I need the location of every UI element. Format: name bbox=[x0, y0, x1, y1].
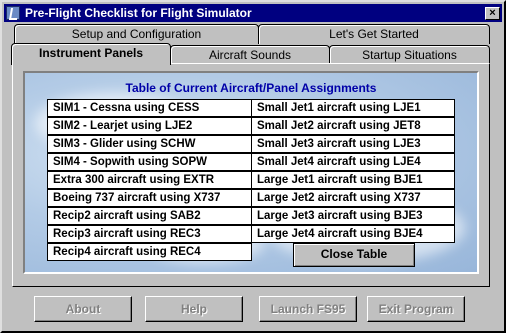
bottom-button-bar: About Help Launch FS95 Exit Program bbox=[0, 296, 506, 324]
assignment-cell: SIM3 - Glider using SCHW bbox=[47, 135, 252, 153]
tab-setup-and-configuration[interactable]: Setup and Configuration bbox=[14, 24, 259, 44]
airplane-icon bbox=[6, 6, 20, 20]
assignment-cell: Large Jet1 aircraft using BJE1 bbox=[251, 171, 455, 189]
assignment-cell: Large Jet4 aircraft using BJE4 bbox=[251, 225, 455, 243]
assignment-cell: Small Jet4 aircraft using LJE4 bbox=[251, 153, 455, 171]
tab-startup-situations[interactable]: Startup Situations bbox=[329, 45, 490, 65]
title-bar[interactable]: Pre-Flight Checklist for Flight Simulato… bbox=[4, 4, 502, 22]
table-title: Table of Current Aircraft/Panel Assignme… bbox=[125, 81, 377, 95]
assignment-cell: Recip4 aircraft using REC4 bbox=[47, 243, 252, 261]
assignments-frame: Table of Current Aircraft/Panel Assignme… bbox=[23, 71, 479, 274]
window-title: Pre-Flight Checklist for Flight Simulato… bbox=[25, 6, 252, 20]
close-table-button[interactable]: Close Table bbox=[293, 243, 415, 267]
exit-program-button[interactable]: Exit Program bbox=[367, 296, 465, 322]
assignment-cell: SIM1 - Cessna using CESS bbox=[47, 99, 252, 117]
assignment-cell: Large Jet3 aircraft using BJE3 bbox=[251, 207, 455, 225]
assignment-cell: Recip3 aircraft using REC3 bbox=[47, 225, 252, 243]
launch-fs95-button[interactable]: Launch FS95 bbox=[259, 296, 357, 322]
close-button[interactable]: × bbox=[485, 6, 500, 20]
tab-lets-get-started[interactable]: Let's Get Started bbox=[258, 24, 490, 44]
assignment-cell: Large Jet2 aircraft using X737 bbox=[251, 189, 455, 207]
assignment-cell: Extra 300 aircraft using EXTR bbox=[47, 171, 252, 189]
assignment-cell: SIM4 - Sopwith using SOPW bbox=[47, 153, 252, 171]
tab-instrument-panels[interactable]: Instrument Panels bbox=[11, 43, 171, 65]
assignment-cell: Small Jet1 aircraft using LJE1 bbox=[251, 99, 455, 117]
assignment-cell: Boeing 737 aircraft using X737 bbox=[47, 189, 252, 207]
assignment-cell: Recip2 aircraft using SAB2 bbox=[47, 207, 252, 225]
assignment-cell: Small Jet2 aircraft using JET8 bbox=[251, 117, 455, 135]
assignment-cell: SIM2 - Learjet using LJE2 bbox=[47, 117, 252, 135]
tab-aircraft-sounds[interactable]: Aircraft Sounds bbox=[170, 45, 330, 65]
assignment-cell: Small Jet3 aircraft using LJE3 bbox=[251, 135, 455, 153]
help-button[interactable]: Help bbox=[145, 296, 243, 322]
about-button[interactable]: About bbox=[34, 296, 132, 322]
